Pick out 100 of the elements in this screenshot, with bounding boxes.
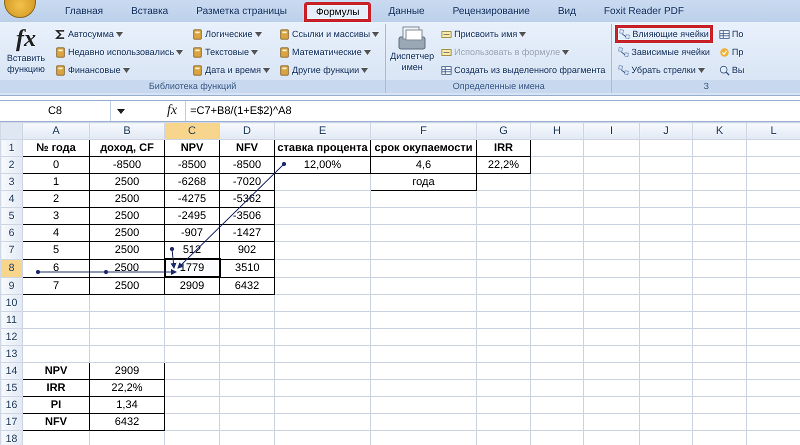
table-cell: 5 [22, 242, 90, 259]
table-cell: IRR [476, 140, 530, 156]
table-cell: 1 [22, 174, 90, 190]
column-header[interactable]: C [164, 122, 220, 140]
ribbon-button[interactable]: Автосумма [52, 25, 186, 43]
trace-arrow-icon [618, 46, 630, 58]
row-header[interactable]: 14 [0, 362, 22, 380]
table-cell: -7020 [220, 174, 274, 190]
caret-icon [262, 68, 270, 72]
ribbon-button[interactable]: Текстовые [189, 43, 273, 61]
table-cell: 1,34 [90, 396, 164, 414]
table-cell: 6432 [220, 277, 274, 294]
table-cell: 22,2% [476, 156, 530, 174]
column-header[interactable]: B [90, 122, 164, 140]
ribbon-button[interactable]: Математические [276, 43, 382, 61]
caret-icon [562, 50, 570, 54]
ribbon-button[interactable]: Недавно использовались [52, 43, 186, 61]
caret-icon [361, 68, 368, 72]
column-header[interactable]: D [220, 122, 274, 140]
row-header[interactable]: 4 [0, 190, 22, 208]
table-cell: -8500 [90, 156, 164, 174]
ribbon-tab[interactable]: Данные [377, 2, 436, 22]
column-header[interactable]: F [370, 122, 476, 140]
column-header[interactable]: A [22, 122, 90, 140]
row-header[interactable]: 1 [0, 140, 22, 156]
row-header[interactable]: 13 [0, 346, 22, 362]
column-header[interactable]: G [476, 122, 530, 140]
ribbon-tab[interactable]: Вид [546, 2, 587, 22]
ribbon-button[interactable]: По [716, 25, 748, 43]
table-cell: -3506 [220, 208, 274, 224]
table-icon [441, 64, 452, 76]
ribbon-button[interactable]: Вы [716, 61, 748, 79]
column-header[interactable]: L [746, 122, 800, 140]
row-header[interactable]: 6 [0, 224, 22, 242]
trace-arrow-icon [619, 28, 630, 40]
row-header[interactable]: 10 [0, 294, 22, 312]
ribbon-tab[interactable]: Разметка страницы [185, 2, 298, 22]
ribbon-button[interactable]: Создать из выделенного фрагмента [438, 61, 608, 79]
ribbon-button[interactable]: Другие функции [276, 61, 382, 79]
row-header[interactable]: 16 [0, 396, 22, 414]
ribbon-button[interactable]: Убрать стрелки [615, 61, 713, 79]
ribbon-button[interactable]: Присвоить имя [438, 25, 608, 43]
row-header[interactable]: 17 [0, 414, 22, 430]
formula-field[interactable]: =C7+B8/(1+E$2)^A8 [185, 101, 800, 121]
column-header[interactable]: I [584, 122, 640, 140]
column-header[interactable]: K [692, 122, 746, 140]
tag-icon [441, 28, 452, 40]
magnifier-icon [718, 64, 730, 76]
table-cell: года [370, 174, 476, 190]
row-header[interactable]: 8 [0, 259, 22, 277]
ribbon-tab[interactable]: Foxit Reader PDF [592, 2, 695, 22]
ribbon-button[interactable]: Влияющие ячейки [615, 25, 713, 43]
ribbon-tab[interactable]: Рецензирование [442, 2, 541, 22]
table-cell: 6432 [90, 414, 164, 430]
row-header[interactable]: 9 [0, 277, 22, 294]
ribbon-tab[interactable]: Формулы [304, 2, 372, 22]
row-header[interactable]: 5 [0, 208, 22, 224]
book-icon [192, 46, 204, 58]
column-header[interactable]: H [530, 122, 584, 140]
table-cell: 2500 [90, 174, 164, 190]
table-cell: -907 [164, 224, 220, 242]
ribbon-button[interactable]: Зависимые ячейки [615, 43, 713, 61]
ribbon-button[interactable]: Ссылки и массивы [276, 25, 382, 43]
name-box[interactable]: C8 [0, 101, 111, 121]
table-cell: -1427 [220, 224, 274, 242]
table-cell: доход, CF [90, 140, 164, 156]
ribbon-tab[interactable]: Вставка [120, 2, 180, 22]
row-header[interactable]: 11 [0, 312, 22, 328]
ribbon-tab[interactable]: Главная [54, 2, 114, 22]
tag-icon [441, 46, 452, 58]
row-header[interactable]: 12 [0, 328, 22, 346]
column-header[interactable]: E [274, 122, 370, 140]
ribbon-button[interactable]: Дата и время [189, 61, 273, 79]
check-icon [718, 46, 730, 58]
table-cell: 2 [22, 190, 90, 208]
ribbon-button[interactable]: Пр [716, 43, 748, 61]
row-header[interactable]: 15 [0, 380, 22, 396]
table-cell: 7 [22, 277, 90, 294]
table-cell: -6268 [164, 174, 220, 190]
row-header[interactable]: 18 [0, 430, 22, 445]
caret-icon [117, 108, 125, 114]
table-cell: 4 [22, 224, 90, 242]
ribbon-button[interactable]: Диспетчер имен [389, 25, 436, 73]
ribbon-button[interactable]: fx Вставить функцию [3, 25, 49, 75]
table-cell: NPV [164, 140, 220, 156]
caret-icon [254, 32, 262, 36]
table-cell: 3510 [220, 259, 274, 277]
ribbon-button[interactable]: Финансовые [52, 61, 186, 79]
table-cell: -2495 [164, 208, 220, 224]
table-cell: 0 [22, 156, 90, 174]
ribbon-button[interactable]: Логические [189, 25, 273, 43]
column-header[interactable]: J [640, 122, 692, 140]
row-header[interactable]: 2 [0, 156, 22, 174]
table-cell: IRR [22, 380, 90, 396]
row-header[interactable]: 3 [0, 174, 22, 190]
table-cell: NPV [22, 362, 90, 380]
insert-function-button[interactable]: fx [165, 103, 180, 119]
table-cell: -4275 [164, 190, 220, 208]
caret-icon [122, 68, 130, 72]
row-header[interactable]: 7 [0, 242, 22, 259]
